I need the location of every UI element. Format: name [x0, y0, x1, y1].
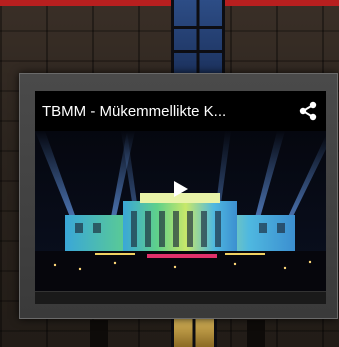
video-player[interactable]: TBMM - Mükemmellikte K... — [35, 91, 326, 304]
background-window — [171, 0, 225, 75]
play-button[interactable] — [166, 177, 196, 201]
video-title[interactable]: TBMM - Mükemmellikte K... — [42, 103, 296, 120]
top-red-strip — [0, 0, 339, 6]
background-lit-window — [171, 318, 217, 347]
background-window-slot — [90, 320, 108, 347]
background-window-slot — [247, 320, 265, 347]
video-thumbnail[interactable] — [35, 131, 326, 291]
share-icon[interactable] — [296, 99, 320, 123]
player-title-bar: TBMM - Mükemmellikte K... — [35, 91, 326, 131]
player-control-bar — [35, 291, 326, 304]
play-icon — [174, 181, 188, 197]
